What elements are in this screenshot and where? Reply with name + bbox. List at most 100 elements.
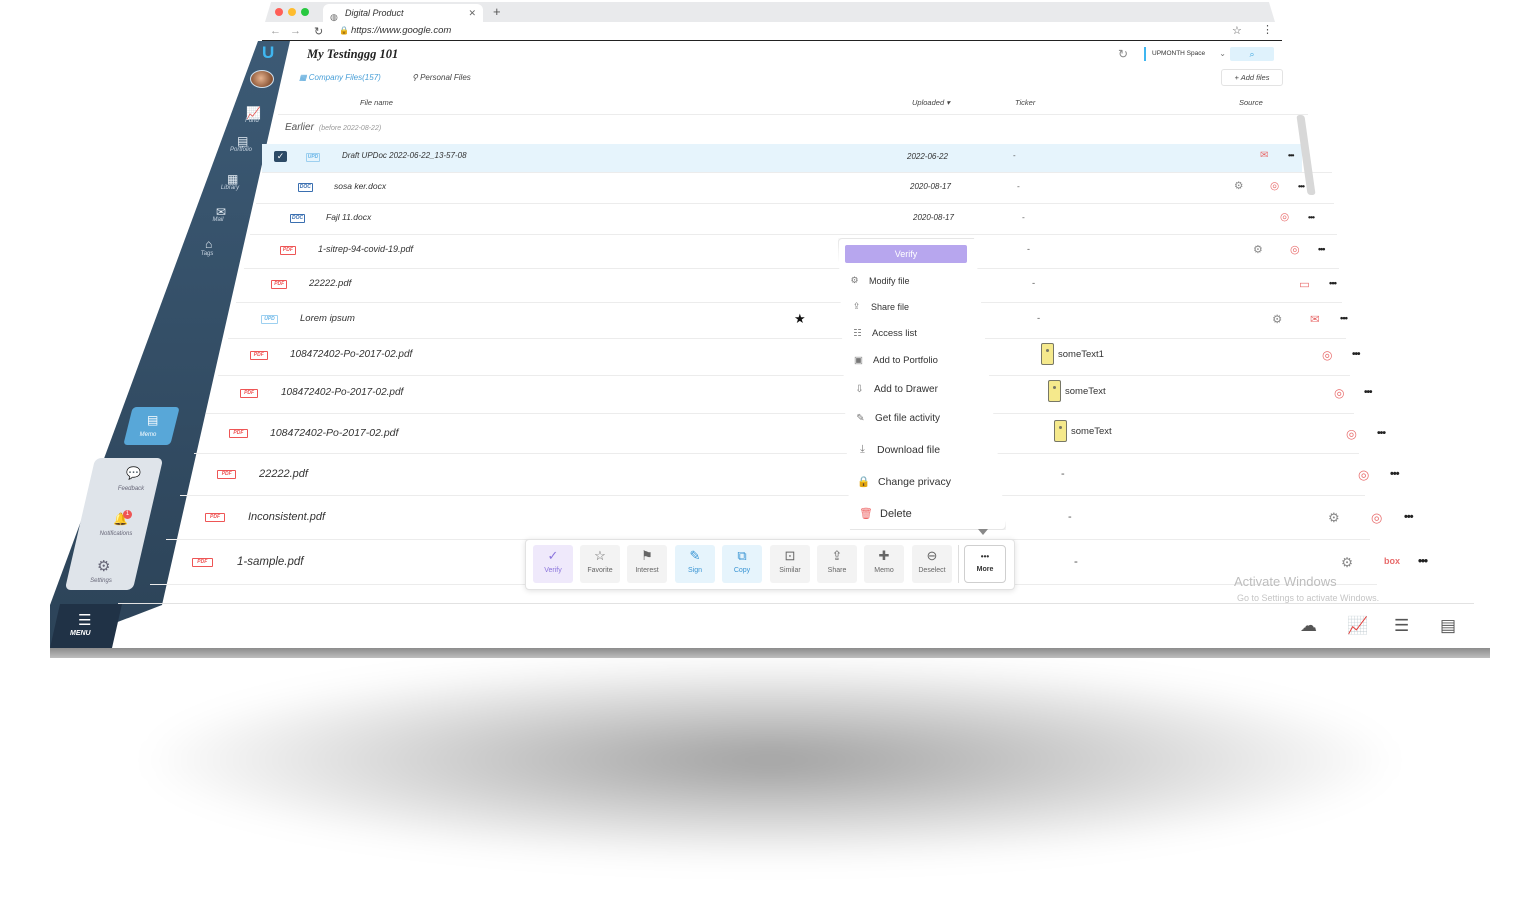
toolbar-deselect-button[interactable]: ⊖ Deselect bbox=[912, 545, 952, 583]
toolbar-interest-button[interactable]: ⚑ Interest bbox=[627, 545, 667, 583]
favorite-star-icon[interactable]: ★ bbox=[794, 311, 806, 327]
source-icon[interactable]: ◎ bbox=[1290, 243, 1300, 256]
toolbar-memo-button[interactable]: ✚ Memo bbox=[864, 545, 904, 583]
column-ticker[interactable]: Ticker bbox=[1015, 98, 1035, 107]
news-icon[interactable]: ▤ bbox=[1440, 616, 1456, 636]
context-menu-item[interactable]: ✎ Get file activity bbox=[854, 413, 940, 424]
file-name[interactable]: Draft UPDoc 2022-06-22_13-57-08 bbox=[342, 151, 467, 160]
file-name[interactable]: Inconsistent.pdf bbox=[248, 511, 325, 523]
toolbar-share-button[interactable]: ⇪ Share bbox=[817, 545, 857, 583]
context-menu-item[interactable]: ⇪ Share file bbox=[850, 301, 909, 312]
file-name[interactable]: sosa ker.docx bbox=[334, 181, 386, 191]
row-menu-icon[interactable]: ••• bbox=[1364, 387, 1372, 398]
bookmark-star-icon[interactable]: ☆ bbox=[1232, 24, 1242, 37]
source-icon[interactable]: ◎ bbox=[1346, 426, 1357, 441]
context-menu-item[interactable]: 🗑 Delete bbox=[859, 507, 912, 521]
integration-source-icon[interactable]: ⚙ bbox=[1234, 180, 1243, 192]
row-menu-icon[interactable]: ••• bbox=[1377, 427, 1386, 439]
new-tab-button[interactable]: + bbox=[493, 4, 501, 19]
toolbar-similar-button[interactable]: ⊡ Similar bbox=[770, 545, 810, 583]
feedback-icon[interactable]: 💬 bbox=[126, 466, 141, 480]
file-name[interactable]: 108472402-Po-2017-02.pdf bbox=[270, 427, 398, 439]
sidebar-item-portfolio[interactable]: Portfolio bbox=[226, 147, 256, 153]
integration-source-icon[interactable]: ⚙ bbox=[1328, 510, 1340, 526]
context-menu-item[interactable]: 🔒 Change privacy bbox=[857, 475, 951, 489]
source-icon[interactable]: ◎ bbox=[1358, 467, 1369, 483]
toolbar-verify-button[interactable]: ✓ Verify bbox=[533, 545, 573, 583]
feedback-label[interactable]: Feedback bbox=[114, 486, 148, 492]
source-icon[interactable]: ▭ bbox=[1299, 277, 1310, 291]
notifications-label[interactable]: Notifications bbox=[97, 531, 135, 537]
context-menu-item[interactable]: ⚙ Modify file bbox=[848, 275, 909, 286]
source-icon[interactable]: ◎ bbox=[1322, 348, 1332, 362]
row-menu-icon[interactable]: ••• bbox=[1390, 468, 1400, 480]
verify-button[interactable]: Verify bbox=[845, 245, 967, 263]
toolbar-favorite-button[interactable]: ☆ Favorite bbox=[580, 545, 620, 583]
context-menu-item[interactable]: ⇩ Add to Drawer bbox=[853, 384, 938, 395]
box-source-icon[interactable]: box bbox=[1384, 556, 1400, 566]
row-checkbox[interactable]: ✓ bbox=[274, 151, 287, 162]
refresh-icon[interactable]: ↻ bbox=[1118, 47, 1128, 61]
close-tab-icon[interactable]: ✕ bbox=[468, 4, 476, 22]
row-menu-icon[interactable]: ••• bbox=[1308, 212, 1315, 222]
toolbar-sign-button[interactable]: ✎ Sign bbox=[675, 545, 715, 583]
file-name[interactable]: 1-sample.pdf bbox=[237, 556, 303, 568]
minimize-window-dot[interactable] bbox=[288, 8, 296, 16]
ticker-chip[interactable]: someText bbox=[1054, 420, 1112, 442]
browser-menu-icon[interactable]: ⋮ bbox=[1262, 23, 1273, 36]
space-selector[interactable]: UPMONTH Space ⌄ bbox=[1144, 47, 1230, 61]
integration-source-icon[interactable]: ⚙ bbox=[1272, 312, 1282, 326]
row-menu-icon[interactable]: ••• bbox=[1288, 151, 1294, 160]
library-icon[interactable]: ▦ bbox=[227, 172, 238, 186]
source-icon[interactable]: ◎ bbox=[1280, 211, 1289, 223]
file-name[interactable]: 108472402-Po-2017-02.pdf bbox=[281, 387, 403, 398]
settings-label[interactable]: Settings bbox=[86, 578, 116, 584]
forward-icon[interactable]: → bbox=[290, 25, 301, 37]
url-input[interactable]: 🔒 https://www.google.com bbox=[337, 24, 1237, 38]
file-name[interactable]: Fajl 11.docx bbox=[326, 212, 371, 222]
row-menu-icon[interactable]: ••• bbox=[1340, 313, 1348, 324]
context-menu-item[interactable]: ⤓ Download file bbox=[856, 443, 940, 456]
column-file-name[interactable]: File name bbox=[360, 98, 393, 107]
source-icon[interactable]: ◎ bbox=[1270, 180, 1279, 192]
file-name[interactable]: 22222.pdf bbox=[259, 468, 308, 480]
tab-personal-files[interactable]: ⚲ Personal Files bbox=[412, 73, 471, 82]
close-window-dot[interactable] bbox=[275, 8, 283, 16]
back-icon[interactable]: ← bbox=[270, 25, 281, 37]
source-icon[interactable]: ◎ bbox=[1334, 386, 1344, 400]
row-menu-icon[interactable]: ••• bbox=[1404, 511, 1414, 523]
integration-source-icon[interactable]: ⚙ bbox=[1341, 555, 1353, 571]
file-name[interactable]: 108472402-Po-2017-02.pdf bbox=[290, 349, 412, 360]
gear-icon[interactable]: ⚙ bbox=[97, 557, 110, 575]
file-name[interactable]: Lorem ipsum bbox=[300, 313, 355, 324]
maximize-window-dot[interactable] bbox=[301, 8, 309, 16]
tag-icon[interactable]: ⌂ bbox=[205, 237, 212, 251]
row-menu-icon[interactable]: ••• bbox=[1418, 556, 1428, 568]
integration-source-icon[interactable]: ⚙ bbox=[1253, 243, 1263, 256]
source-icon[interactable]: ✉ bbox=[1310, 312, 1320, 326]
sidebar-item-tags[interactable]: Tags bbox=[195, 251, 219, 257]
chart-line-icon[interactable]: 📈 bbox=[1347, 616, 1368, 636]
search-list-icon[interactable]: ☰ bbox=[1394, 616, 1409, 636]
portfolio-icon[interactable]: ▤ bbox=[237, 134, 248, 148]
sidebar-item-fund[interactable]: Fund bbox=[238, 118, 266, 124]
column-uploaded[interactable]: Uploaded ▾ bbox=[912, 98, 950, 107]
browser-tab[interactable]: ◍ Digital Product ✕ bbox=[323, 4, 483, 22]
cloud-upload-icon[interactable]: ☁ bbox=[1300, 616, 1317, 636]
file-name[interactable]: 1-sitrep-94-covid-19.pdf bbox=[318, 244, 413, 254]
ticker-chip[interactable]: someText1 bbox=[1041, 343, 1104, 365]
context-menu-item[interactable]: ☷ Access list bbox=[851, 328, 917, 339]
more-button[interactable]: ••• More bbox=[964, 545, 1006, 583]
add-files-button[interactable]: + Add files bbox=[1221, 69, 1283, 86]
row-menu-icon[interactable]: ••• bbox=[1298, 181, 1305, 191]
row-menu-icon[interactable]: ••• bbox=[1329, 278, 1337, 289]
ticker-chip[interactable]: someText bbox=[1048, 380, 1106, 402]
avatar[interactable] bbox=[250, 70, 274, 88]
search-button[interactable]: ⌕ bbox=[1230, 47, 1274, 61]
source-icon[interactable]: ◎ bbox=[1371, 510, 1382, 526]
reload-icon[interactable]: ↻ bbox=[314, 25, 323, 38]
tab-company-files[interactable]: ▦ Company Files(157) bbox=[299, 73, 381, 82]
toolbar-copy-button[interactable]: ⧉ Copy bbox=[722, 545, 762, 583]
source-icon[interactable]: ✉ bbox=[1260, 150, 1268, 161]
row-menu-icon[interactable]: ••• bbox=[1318, 244, 1326, 254]
